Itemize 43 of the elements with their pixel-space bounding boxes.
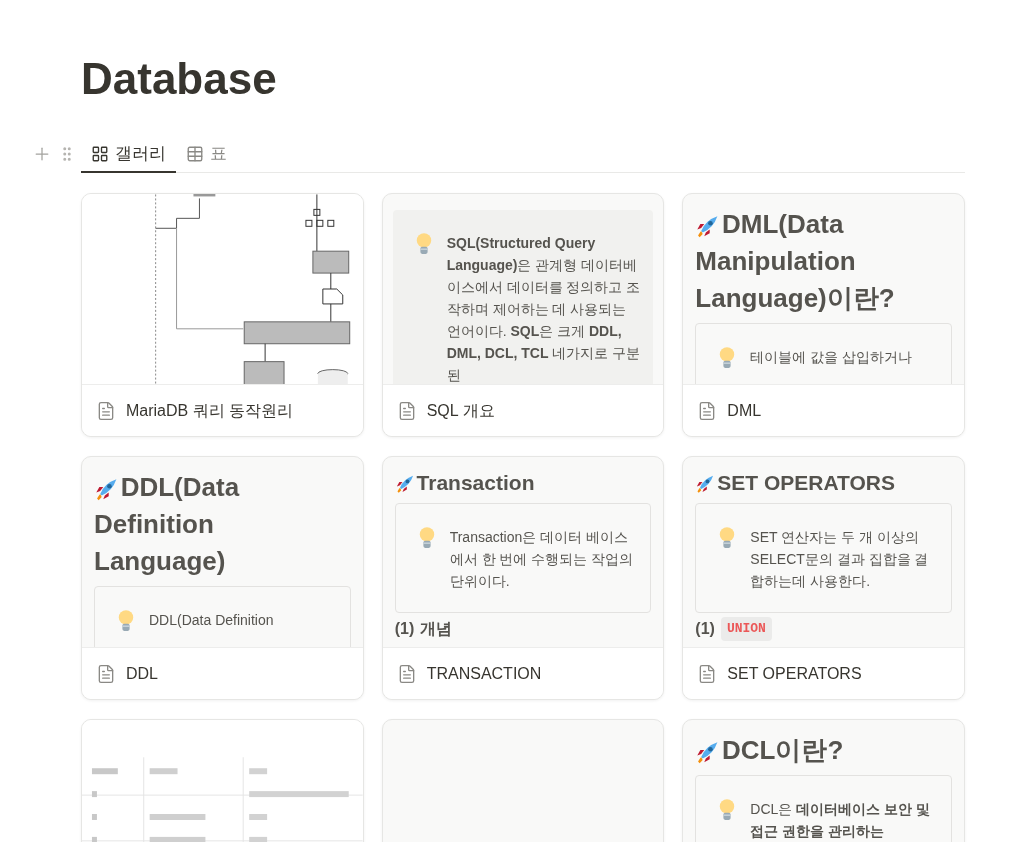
callout-text: Transaction은 데이터 베이스에서 한 번에 수행되는 작업의 단위이다. [449, 528, 635, 591]
gallery-card[interactable]: Transaction Transaction은 데이터 베이스에서 한 번에 수행되는 작업의 단위이다. (1) 개념 TRANSACTION [381, 456, 665, 700]
lightbulb-icon [417, 526, 436, 550]
gallery-card[interactable]: DML(Data Manipulation Language)이란? 테이블에 값을 삽입하거나 DML [682, 193, 965, 437]
callout-text: SET 연산자는 두 개 이상의 SELECT문의 결과 집합을 결합하는데 사용한다. [750, 528, 930, 591]
page-icon [96, 663, 116, 684]
rocket-icon [695, 474, 716, 495]
inline-code: UNION [720, 617, 772, 641]
lightbulb-icon [718, 346, 737, 370]
card-title: DDL [126, 663, 158, 684]
card-title: SQL 개요 [426, 400, 495, 421]
grid-icon [91, 144, 109, 163]
lightbulb-icon [117, 609, 135, 633]
preview-heading: DML(Data Manipulation Language)이란? [695, 208, 896, 315]
view-tab[interactable]: 표 [176, 136, 237, 173]
page-title: Database [81, 53, 278, 105]
view-tab[interactable]: 갤러리 [81, 136, 176, 173]
page-icon [96, 400, 116, 421]
rocket-icon [394, 474, 415, 495]
lightbulb-icon [414, 232, 433, 256]
card-title: SET OPERATORS [727, 663, 862, 684]
gallery-card[interactable]: SET OPERATORS SET 연산자는 두 개 이상의 SELECT문의 결과 집합을 결합하는데 사용한다. (1) UNION SET OPERATORS [682, 456, 965, 700]
preview-subheading: 개념 [420, 619, 453, 639]
preview-heading: DCL이란? [695, 732, 952, 769]
gallery-card[interactable]: DDL(Data Definition Language) DDL(Data Definition DDL [81, 456, 364, 700]
callout-text: DCL은 데이터베이스 보안 및 접근 권한을 관리하는 [750, 800, 931, 841]
lightbulb-icon [718, 526, 737, 550]
heading-number: (1) [394, 619, 415, 639]
preview-heading: DDL(Data Definition Language) [94, 471, 241, 578]
preview-heading: Transaction [394, 469, 652, 497]
card-title: MariaDB 쿼리 동작원리 [126, 400, 294, 421]
gallery-card[interactable]: DCL이란? DCL은 데이터베이스 보안 및 접근 권한을 관리하는 [682, 719, 965, 842]
callout-text: 테이블에 값을 삽입하거나 [750, 348, 913, 367]
heading-number: (1) [695, 619, 715, 639]
table-icon [186, 144, 204, 163]
callout-text: SQL(Structured Query Language)은 관계형 데이터베이스에서 데이터를 정의하고 조작하며 제어하는 데 사용되는 언어이다. SQL은 크게 DDL, DML, DCL, TCL 네가지로 구분된 [446, 234, 642, 384]
gallery-card[interactable]: MariaDB 쿼리 동작원리 [81, 193, 364, 437]
card-title: DML [727, 400, 762, 421]
preview-heading: SET OPERATORS [695, 469, 952, 497]
gallery-card[interactable]: SQL(Structured Query Language)은 관계형 데이터베이스에서 데이터를 정의하고 조작하며 제어하는 데 사용되는 언어이다. SQL은 크게 DDL, DML, DCL, TCL 네가지로 구분된 SQL 개요 [381, 193, 665, 437]
callout-text: DDL(Data Definition [149, 611, 274, 630]
lightbulb-icon [718, 798, 737, 822]
card-title: TRANSACTION [426, 663, 542, 684]
